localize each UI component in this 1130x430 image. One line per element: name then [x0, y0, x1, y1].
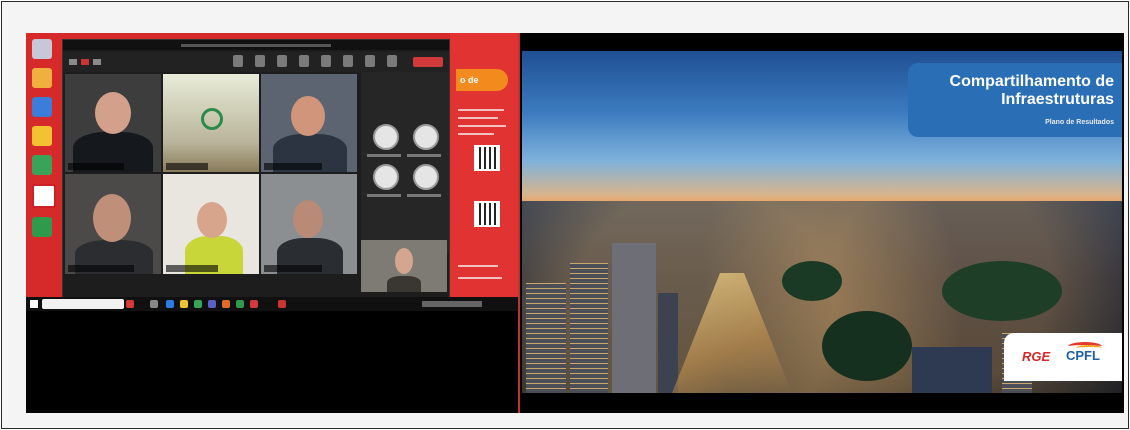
participants-icon[interactable]: [69, 59, 77, 65]
powerpoint-icon[interactable]: [222, 300, 230, 308]
chat-icon[interactable]: [233, 55, 243, 67]
right-monitor: Compartilhamento de Infraestruturas Plan…: [518, 33, 1124, 413]
qr-code-icon: [474, 145, 500, 171]
logo-panel: RGE CPFL: [1004, 333, 1122, 381]
promo-text-line: [458, 109, 504, 111]
start-icon[interactable]: [30, 300, 38, 308]
avatar-label: [367, 154, 401, 157]
participant-tile[interactable]: [163, 74, 259, 172]
participant-avatar[interactable]: [373, 124, 399, 150]
slide-subtitle: Plano de Resultados: [1045, 119, 1114, 126]
taskbar-search-box[interactable]: [42, 299, 124, 309]
participant-tile[interactable]: [261, 174, 357, 274]
recycle-bin-icon[interactable]: [32, 39, 52, 59]
excel-shortcut-icon[interactable]: [32, 155, 52, 175]
tree: [822, 311, 912, 381]
participants-side-panel: [361, 72, 449, 254]
participant-tile[interactable]: [65, 174, 161, 274]
windows-taskbar: [26, 297, 518, 311]
building: [570, 263, 608, 393]
promo-text-line: [458, 277, 502, 279]
building: [612, 243, 656, 393]
building: [658, 293, 678, 393]
task-view-icon[interactable]: [150, 300, 158, 308]
promo-text-line: [458, 117, 498, 119]
screenshot-frame: o de Compartilhamento de Infraestruturas…: [1, 1, 1129, 429]
record-icon[interactable]: [81, 59, 89, 65]
participant-avatar[interactable]: [373, 164, 399, 190]
slide-title: Compartilhamento de Infraestruturas: [949, 73, 1114, 108]
app-shortcut-icon[interactable]: [32, 68, 52, 88]
building: [912, 347, 992, 393]
meeting-toolbar: [63, 52, 449, 72]
participant-tile[interactable]: [261, 74, 357, 172]
leave-button[interactable]: [413, 57, 443, 67]
participant-name: [264, 163, 322, 170]
promo-badge: o de: [456, 69, 508, 91]
promo-text-line: [458, 133, 494, 135]
share-icon[interactable]: [387, 55, 397, 67]
edge-icon[interactable]: [166, 300, 174, 308]
view-icon[interactable]: [93, 59, 101, 65]
app-icon[interactable]: [250, 300, 258, 308]
mic-icon[interactable]: [365, 55, 375, 67]
d-app-shortcut-icon[interactable]: [32, 184, 56, 208]
participant-tile[interactable]: [361, 240, 447, 292]
tree: [782, 261, 842, 301]
participant-name: [68, 265, 134, 272]
participant-tile[interactable]: [163, 174, 259, 274]
desktop-icons: [30, 39, 56, 246]
app-icon[interactable]: [236, 300, 244, 308]
promo-text-line: [458, 125, 506, 127]
window-title-bar[interactable]: [63, 40, 449, 50]
promo-wallpaper-panel: o de: [450, 33, 518, 297]
participant-name: [166, 265, 218, 272]
system-tray[interactable]: [422, 301, 482, 307]
raise-hand-icon[interactable]: [277, 55, 287, 67]
promo-text-line: [458, 265, 498, 267]
avenue: [672, 273, 792, 393]
left-monitor: o de: [26, 33, 518, 413]
participant-tile[interactable]: [65, 74, 161, 172]
participant-avatar[interactable]: [413, 164, 439, 190]
excel-icon[interactable]: [194, 300, 202, 308]
qr-code-icon: [474, 201, 500, 227]
reactions-icon[interactable]: [255, 55, 265, 67]
participant-avatar[interactable]: [413, 124, 439, 150]
desktop-background: o de: [26, 33, 518, 297]
avatar-label: [407, 154, 441, 157]
cpfl-logo: CPFL: [1066, 348, 1100, 363]
view-layout-icon[interactable]: [299, 55, 309, 67]
app-icon[interactable]: [126, 300, 134, 308]
video-meeting-window[interactable]: [62, 39, 450, 297]
more-icon[interactable]: [321, 55, 331, 67]
presentation-slide: Compartilhamento de Infraestruturas Plan…: [522, 51, 1122, 393]
teams-icon[interactable]: [208, 300, 216, 308]
explorer-icon[interactable]: [180, 300, 188, 308]
word-shortcut-icon[interactable]: [32, 97, 52, 117]
avatar-label: [367, 194, 401, 197]
rge-logo: RGE: [1022, 349, 1051, 364]
dual-monitor-capture: o de Compartilhamento de Infraestruturas…: [26, 33, 1124, 413]
video-icon[interactable]: [343, 55, 353, 67]
green-app-shortcut-icon[interactable]: [32, 217, 52, 237]
app-icon[interactable]: [278, 300, 286, 308]
participant-name: [166, 163, 208, 170]
folder-shortcut-icon[interactable]: [32, 126, 52, 146]
building: [526, 283, 566, 393]
slide-title-box: Compartilhamento de Infraestruturas Plan…: [908, 63, 1122, 137]
participant-name: [68, 163, 124, 170]
avatar-label: [407, 194, 441, 197]
participant-name: [264, 265, 322, 272]
tree: [942, 261, 1062, 321]
